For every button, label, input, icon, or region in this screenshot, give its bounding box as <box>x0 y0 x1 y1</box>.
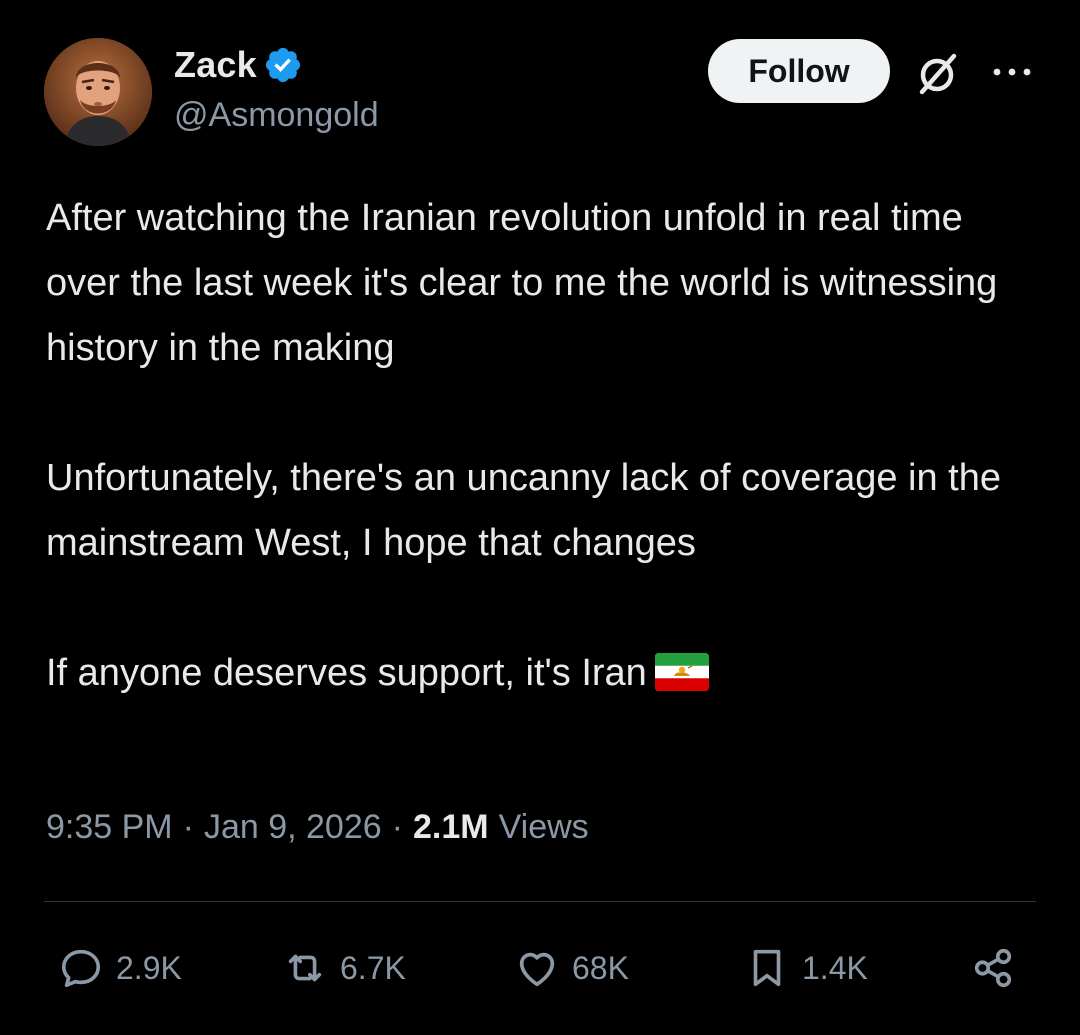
tweet-meta: 9:35 PM · Jan 9, 2026 · 2.1M Views <box>46 808 589 847</box>
meta-separator: · <box>182 808 194 846</box>
views-count: 2.1M <box>412 808 489 846</box>
tweet-detail: Zack @Asmongold Follow After watching th… <box>0 0 1080 1035</box>
tweet-date[interactable]: Jan 9, 2026 <box>204 808 382 847</box>
like-count: 68K <box>572 949 629 986</box>
tweet-paragraph-text: If anyone deserves support, it's Iran <box>46 652 647 694</box>
iran-flag-icon <box>654 652 709 691</box>
repost-count: 6.7K <box>340 949 406 986</box>
reply-button[interactable]: 2.9K <box>58 940 182 996</box>
bookmark-button[interactable]: 1.4K <box>744 940 868 996</box>
author-name-row[interactable]: Zack <box>174 42 303 88</box>
share-button[interactable] <box>970 940 1016 996</box>
meta-separator: · <box>391 808 403 846</box>
tweet-paragraph: After watching the Iranian revolution un… <box>46 197 998 369</box>
verified-badge-icon <box>265 47 300 83</box>
reply-icon <box>61 949 101 988</box>
tweet-paragraph-last: If anyone deserves support, it's Iran <box>46 641 1046 706</box>
like-button[interactable]: 68K <box>514 940 629 996</box>
reply-count: 2.9K <box>116 949 182 986</box>
more-options-icon[interactable] <box>990 62 1034 82</box>
repost-button[interactable]: 6.7K <box>282 940 406 996</box>
tweet-paragraph: Unfortunately, there's an uncanny lack o… <box>46 457 1002 564</box>
tweet-text: After watching the Iranian revolution un… <box>46 186 1046 706</box>
tweet-time[interactable]: 9:35 PM <box>46 808 173 847</box>
bookmark-count: 1.4K <box>802 949 868 986</box>
divider <box>44 901 1036 902</box>
author-handle[interactable]: @Asmongold <box>174 96 379 135</box>
views-label: Views <box>498 808 589 846</box>
repost-icon <box>288 954 322 982</box>
author-display-name[interactable]: Zack <box>174 44 257 86</box>
avatar[interactable] <box>44 38 152 146</box>
grok-icon[interactable] <box>912 50 962 100</box>
share-icon <box>974 948 1012 988</box>
heart-icon <box>519 952 555 987</box>
follow-button[interactable]: Follow <box>708 39 890 103</box>
bookmark-icon <box>753 949 781 987</box>
